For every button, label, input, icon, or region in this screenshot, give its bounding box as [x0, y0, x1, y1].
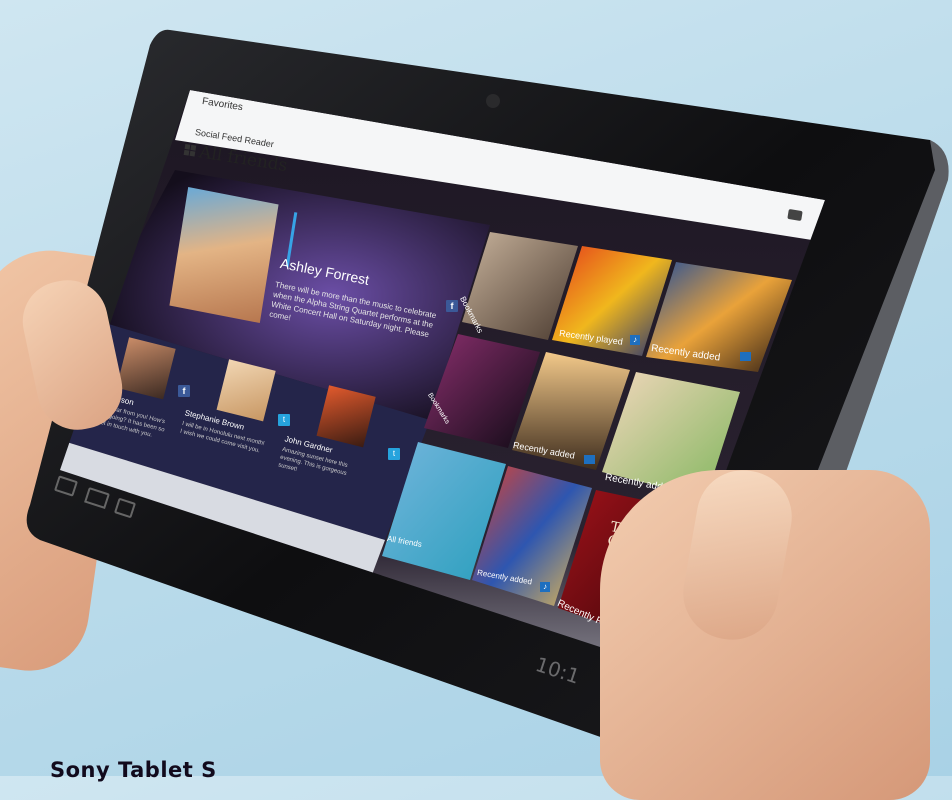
music-icon: ♪: [540, 582, 550, 592]
video-icon: [740, 352, 751, 361]
music-icon: ♪: [630, 335, 640, 345]
photo-icon: [584, 455, 595, 464]
product-caption: Sony Tablet S: [50, 758, 217, 782]
